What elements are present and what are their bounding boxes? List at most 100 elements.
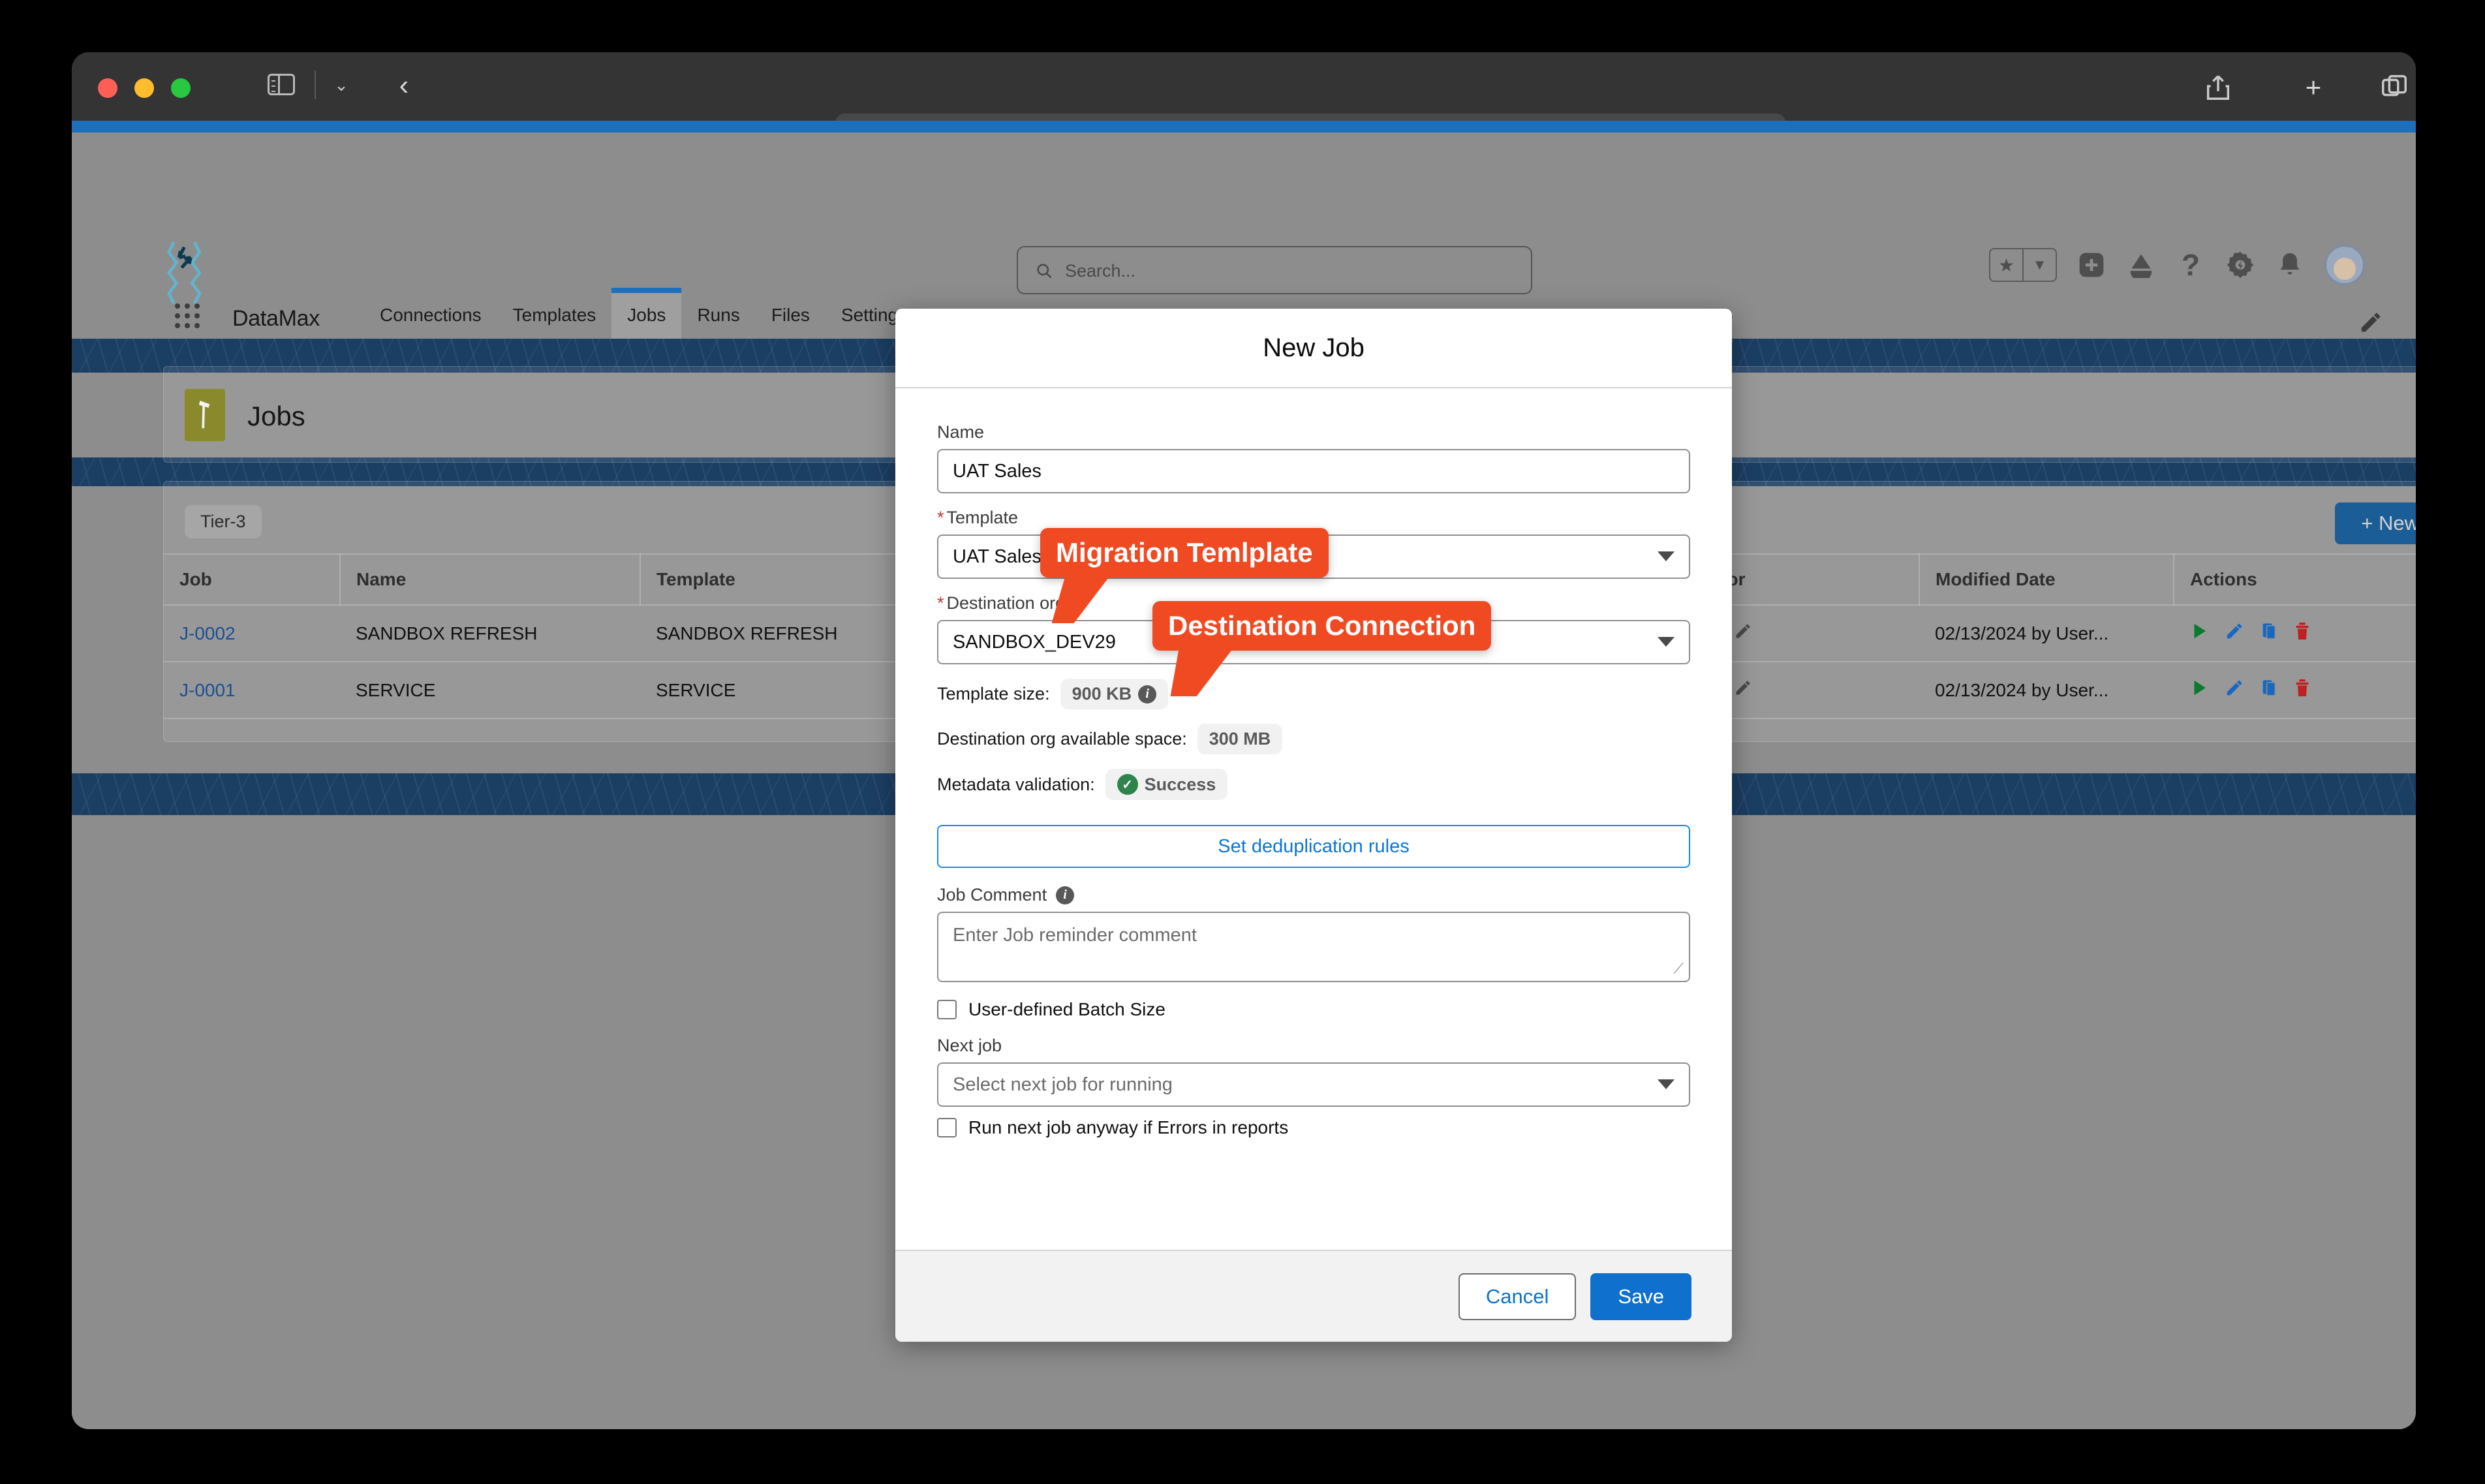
- run-next-job-anyway-row[interactable]: Run next job anyway if Errors in reports: [937, 1117, 1690, 1138]
- browser-window: ⌄ ‹ ••• +: [72, 52, 2416, 1429]
- user-defined-batch-size-checkbox[interactable]: [937, 1000, 957, 1019]
- chevron-down-icon: [1658, 1079, 1675, 1089]
- modal-title: New Job: [1263, 333, 1365, 362]
- new-job-modal: New Job Name UAT Sales * Template UAT Sal…: [895, 309, 1732, 1342]
- column-header-name[interactable]: Name: [340, 553, 641, 606]
- metadata-validation-label: Metadata validation:: [937, 774, 1095, 794]
- favorites-star-icon[interactable]: ★: [1990, 249, 2022, 281]
- next-job-select[interactable]: Select next job for running: [937, 1062, 1690, 1107]
- error-edit-pencil-icon[interactable]: [1734, 679, 1752, 702]
- help-icon[interactable]: ?: [2176, 248, 2206, 282]
- save-button[interactable]: Save: [1590, 1273, 1691, 1320]
- annotation-destination-connection: Destination Connection: [1152, 601, 1492, 696]
- modal-header: New Job: [895, 309, 1732, 388]
- app-launcher-waffle-icon[interactable]: [175, 303, 205, 333]
- annotation-migration-template: Migration Temlplate: [1040, 528, 1329, 623]
- nav-accent-bar: [72, 121, 2416, 132]
- delete-icon[interactable]: [2294, 678, 2311, 702]
- required-asterisk: *: [937, 508, 944, 527]
- global-header-icons: ★ ▼ ?: [1989, 245, 2365, 285]
- resize-handle-icon[interactable]: ⟋: [1674, 960, 1684, 977]
- browser-toolbar: ⌄ ‹ ••• +: [72, 52, 2416, 162]
- column-header-job[interactable]: Job: [164, 553, 341, 606]
- modal-body: Name UAT Sales * Template UAT Sales Proce…: [895, 388, 1732, 1250]
- nav-item-files[interactable]: Files: [756, 292, 826, 339]
- available-space-label: Destination org available space:: [937, 729, 1187, 749]
- required-asterisk: *: [937, 593, 944, 613]
- minimize-window-button[interactable]: [134, 78, 154, 98]
- success-check-icon: ✓: [1117, 774, 1138, 795]
- run-icon[interactable]: [2189, 621, 2209, 645]
- error-edit-pencil-icon[interactable]: [1734, 622, 1752, 645]
- run-next-job-anyway-checkbox[interactable]: [937, 1118, 957, 1137]
- next-job-select-placeholder: Select next job for running: [953, 1074, 1173, 1095]
- metadata-validation-pill: ✓ Success: [1105, 769, 1228, 800]
- metadata-validation-row: Metadata validation: ✓ Success: [937, 769, 1690, 800]
- tab-overview-icon[interactable]: [2379, 72, 2409, 103]
- user-avatar[interactable]: [2324, 245, 2365, 285]
- edit-pencil-icon[interactable]: [2358, 310, 2383, 335]
- run-icon[interactable]: [2189, 678, 2209, 702]
- clone-icon[interactable]: [2260, 678, 2278, 702]
- new-job-button[interactable]: + New: [2335, 502, 2416, 544]
- job-link[interactable]: J-0001: [164, 662, 340, 719]
- add-icon[interactable]: [2076, 250, 2107, 280]
- back-button[interactable]: ‹: [389, 70, 419, 102]
- chevron-down-icon[interactable]: ⌄: [330, 76, 352, 93]
- job-comment-textarea[interactable]: Enter Job reminder comment ⟋: [937, 912, 1690, 982]
- chevron-down-icon: [1658, 551, 1675, 561]
- template-size-value: 900 KB: [1072, 684, 1132, 703]
- favorites-chevron-down-icon[interactable]: ▼: [2024, 249, 2056, 281]
- edit-icon[interactable]: [2225, 621, 2244, 645]
- user-defined-batch-size-row[interactable]: User-defined Batch Size: [937, 999, 1690, 1020]
- search-icon: [1035, 262, 1053, 280]
- jobs-hammer-icon: [185, 389, 225, 441]
- annotation-migration-template-text: Migration Temlplate: [1056, 537, 1313, 568]
- set-deduplication-rules-button[interactable]: Set deduplication rules: [937, 825, 1690, 868]
- modal-footer: Cancel Save: [895, 1250, 1732, 1342]
- setup-gear-icon[interactable]: [2225, 250, 2255, 280]
- global-search-input[interactable]: Search...: [1017, 246, 1532, 294]
- column-header-modified-date[interactable]: Modified Date: [1919, 553, 2174, 606]
- job-comment-label-row: Job Comment i: [937, 885, 1690, 905]
- favorites-group[interactable]: ★ ▼: [1989, 248, 2057, 282]
- page-title: Jobs: [247, 401, 305, 431]
- sidebar-toggle-icon[interactable]: [268, 74, 295, 95]
- name-input[interactable]: UAT Sales: [937, 449, 1690, 493]
- app-name: DataMax: [232, 306, 320, 331]
- delete-icon[interactable]: [2294, 621, 2311, 645]
- template-size-label: Template size:: [937, 684, 1050, 703]
- available-space-row: Destination org available space: 300 MB: [937, 724, 1690, 754]
- job-actions-cell: [2174, 662, 2416, 719]
- info-icon[interactable]: i: [1056, 886, 1075, 904]
- job-link[interactable]: J-0002: [164, 605, 340, 662]
- datamax-logo-icon: [163, 240, 226, 309]
- close-window-button[interactable]: [98, 78, 117, 98]
- global-search-placeholder: Search...: [1065, 261, 1136, 281]
- annotation-tail: [1170, 649, 1233, 696]
- page-content: Search... ★ ▼ ? DataMax Connections Temp…: [72, 121, 2416, 1429]
- cancel-button[interactable]: Cancel: [1458, 1273, 1577, 1320]
- tier-filter-badge[interactable]: Tier-3: [185, 505, 262, 538]
- edit-icon[interactable]: [2225, 678, 2244, 702]
- app-nav-items: Connections Templates Jobs Runs Files Se…: [364, 288, 923, 339]
- template-field-label: * Template: [937, 508, 1019, 527]
- info-icon[interactable]: i: [1138, 685, 1157, 703]
- maximize-window-button[interactable]: [171, 78, 191, 98]
- clone-icon[interactable]: [2260, 621, 2278, 645]
- new-tab-icon[interactable]: +: [2298, 72, 2328, 103]
- template-size-row: Template size: 900 KB i: [937, 679, 1690, 709]
- destination-org-select-value: SANDBOX_DEV29: [953, 631, 1116, 653]
- nav-item-templates[interactable]: Templates: [497, 292, 612, 339]
- available-space-value: 300 MB: [1209, 729, 1271, 749]
- column-header-actions: Actions: [2174, 553, 2416, 606]
- next-job-field-label: Next job: [937, 1036, 1002, 1055]
- share-icon[interactable]: [2203, 72, 2233, 103]
- nav-item-jobs[interactable]: Jobs: [611, 288, 682, 339]
- nav-item-runs[interactable]: Runs: [681, 292, 755, 339]
- notifications-bell-icon[interactable]: [2275, 250, 2305, 280]
- app-launcher-cloud-icon[interactable]: [2126, 250, 2156, 280]
- job-comment-label: Job Comment: [937, 885, 1047, 904]
- template-size-pill: 900 KB i: [1060, 679, 1169, 709]
- nav-item-connections[interactable]: Connections: [364, 292, 497, 339]
